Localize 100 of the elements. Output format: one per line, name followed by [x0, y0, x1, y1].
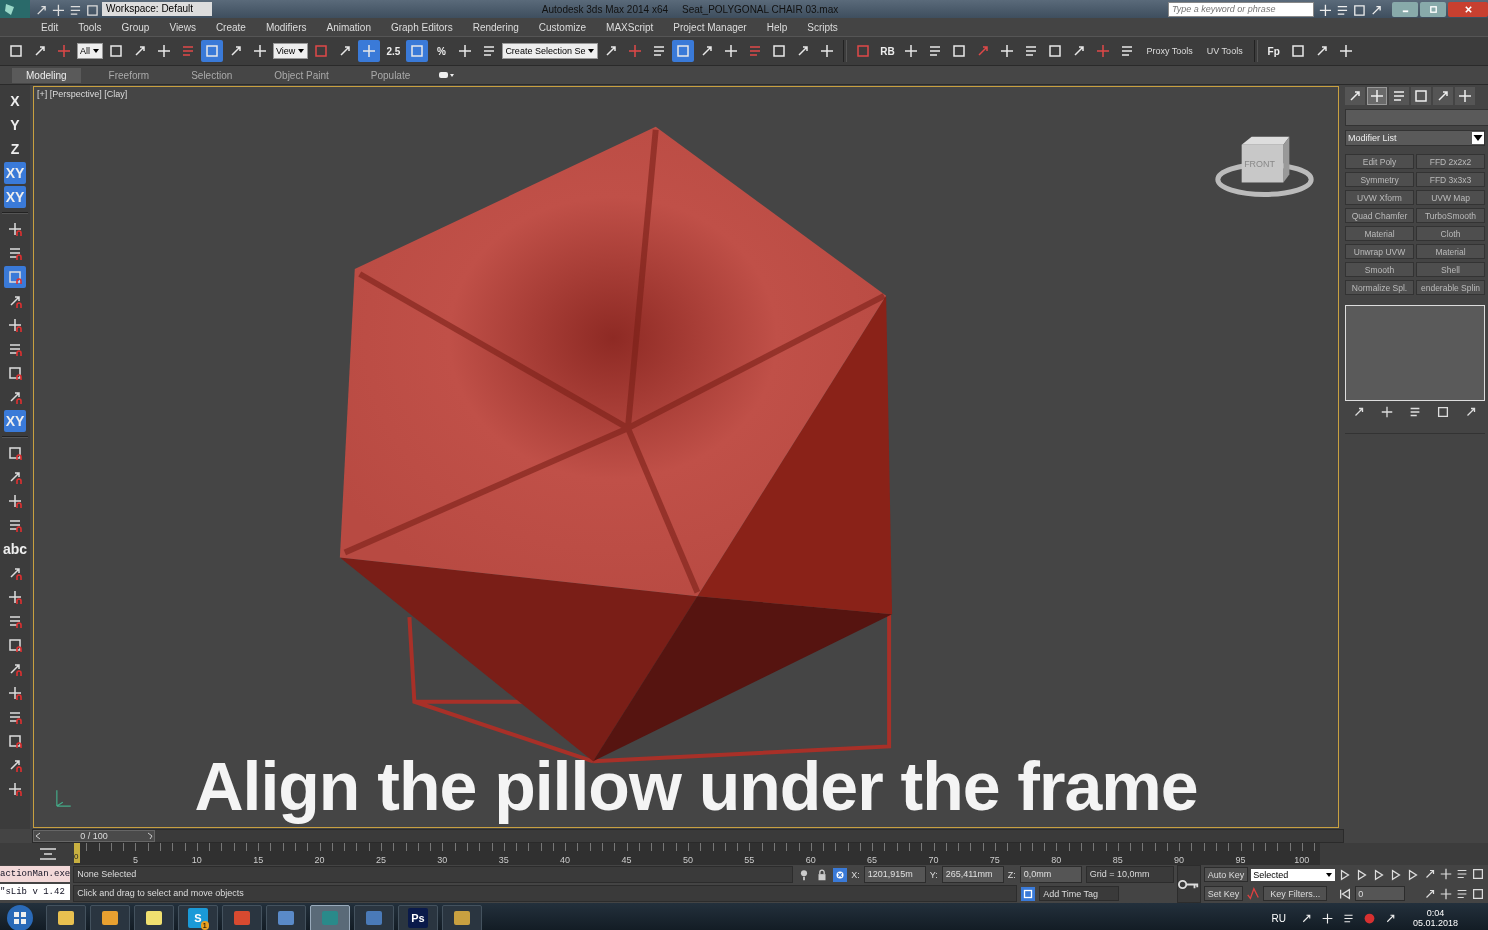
- navigation-icon[interactable]: [1471, 867, 1486, 881]
- dropdown[interactable]: All: [77, 43, 103, 59]
- navigation-icon[interactable]: [1439, 867, 1454, 881]
- toolbar-button[interactable]: RB: [876, 40, 899, 62]
- modifier-button[interactable]: Cloth: [1416, 226, 1485, 241]
- ribbon-tab[interactable]: Selection: [177, 67, 247, 83]
- modifier-button[interactable]: Edit Poly: [1345, 154, 1414, 169]
- toolbar-button[interactable]: %: [430, 40, 453, 62]
- toolbar-button[interactable]: XY: [4, 186, 26, 208]
- search-field[interactable]: Type a keyword or phrase: [1168, 1, 1314, 17]
- toolbar-button[interactable]: UV Tools: [1200, 40, 1249, 62]
- modifier-button[interactable]: Material: [1345, 226, 1414, 241]
- menu-item[interactable]: Project Manager: [673, 21, 747, 33]
- toolbar-icon[interactable]: [1318, 2, 1331, 16]
- panel-tab[interactable]: [1433, 87, 1453, 105]
- modifier-dropdown[interactable]: Modifier List: [1345, 130, 1485, 146]
- taskbar-app[interactable]: [90, 904, 130, 930]
- toolbar-icon[interactable]: [85, 2, 98, 16]
- modifier-button[interactable]: Material: [1416, 244, 1485, 259]
- menu-item[interactable]: Graph Editors: [390, 21, 453, 33]
- start-button-icon[interactable]: [6, 904, 34, 930]
- menu-item[interactable]: Tools: [78, 21, 102, 33]
- ribbon-tab[interactable]: Modeling: [12, 67, 81, 83]
- taskbar-app[interactable]: [310, 904, 350, 930]
- modifier-button[interactable]: Shell: [1416, 262, 1485, 277]
- menu-item[interactable]: Views: [169, 21, 196, 33]
- modifier-button[interactable]: UVW Xform: [1345, 190, 1414, 205]
- coordinate-field[interactable]: 1201,915m: [863, 866, 926, 883]
- dropdown[interactable]: View: [273, 43, 309, 59]
- close-button[interactable]: [1448, 1, 1488, 17]
- dropdown[interactable]: Create Selection Se: [502, 43, 599, 59]
- toolbar-button[interactable]: abc: [4, 538, 26, 560]
- track-bar-icon[interactable]: [38, 846, 58, 862]
- app-logo-icon[interactable]: [0, 0, 30, 18]
- key-mode-dropdown[interactable]: Selected: [1251, 868, 1336, 881]
- modifier-button[interactable]: UVW Map: [1416, 190, 1485, 205]
- modifier-button[interactable]: enderable Splin: [1416, 280, 1485, 295]
- panel-tab[interactable]: [1389, 87, 1409, 105]
- toolbar-button[interactable]: [406, 40, 429, 62]
- panel-tab[interactable]: [1411, 87, 1431, 105]
- menu-item[interactable]: Scripts: [807, 21, 838, 33]
- viewport-label[interactable]: [+] [Perspective] [Clay]: [37, 89, 128, 99]
- taskbar-app[interactable]: [442, 904, 482, 930]
- script-listener-field[interactable]: actionMan.exe: [0, 866, 71, 882]
- toolbar-icon[interactable]: [51, 2, 64, 16]
- panel-tab[interactable]: [1345, 87, 1365, 105]
- modifier-button[interactable]: Quad Chamfer: [1345, 208, 1414, 223]
- frame-field[interactable]: 0: [1355, 886, 1406, 901]
- modifier-button[interactable]: Symmetry: [1345, 172, 1414, 187]
- taskbar-app[interactable]: [134, 904, 174, 930]
- add-time-tag-button[interactable]: Add Time Tag: [1039, 886, 1120, 901]
- toolbar-button[interactable]: Z: [4, 138, 26, 160]
- coordinate-field[interactable]: 265,411mm: [941, 866, 1004, 883]
- toolbar-icon[interactable]: [1352, 2, 1365, 16]
- script-listener-field[interactable]: "sLib v 1.42: [0, 884, 71, 900]
- stack-tool-icon[interactable]: [1380, 405, 1394, 419]
- toolbar-button[interactable]: XY: [4, 162, 26, 184]
- toolbar-button[interactable]: Y: [4, 114, 26, 136]
- modifier-button[interactable]: TurboSmooth: [1416, 208, 1485, 223]
- toolbar-button[interactable]: XY: [4, 410, 26, 432]
- stack-tool-icon[interactable]: [1408, 405, 1422, 419]
- taskbar-app[interactable]: Ps: [398, 904, 438, 930]
- navigation-icon[interactable]: [1471, 886, 1486, 901]
- clock-date[interactable]: 05.01.2018: [1412, 918, 1458, 928]
- coordinate-field[interactable]: 0,0mm: [1019, 866, 1082, 883]
- menu-item[interactable]: Animation: [326, 21, 371, 33]
- taskbar-app[interactable]: [46, 904, 86, 930]
- toolbar-button[interactable]: [201, 40, 223, 62]
- modifier-button[interactable]: Unwrap UVW: [1345, 244, 1414, 259]
- key-filters-button[interactable]: Key Filters...: [1263, 886, 1328, 901]
- modifier-button[interactable]: Normalize Spl.: [1345, 280, 1414, 295]
- clock-time[interactable]: 0:04: [1426, 908, 1445, 918]
- toolbar-button[interactable]: 2.5: [382, 40, 405, 62]
- viewport[interactable]: [+] [Perspective] [Clay] FRONT Align the pillow under the frame: [33, 86, 1339, 828]
- transform-mode-icon[interactable]: [833, 867, 848, 882]
- ribbon-options-icon[interactable]: [438, 71, 455, 79]
- toolbar-button[interactable]: [4, 266, 26, 288]
- set-key-button[interactable]: [1176, 865, 1201, 903]
- tray-icon[interactable]: [1320, 911, 1334, 925]
- workspace-dropdown[interactable]: Workspace: Default: [102, 2, 212, 16]
- auto-key-button[interactable]: Auto Key: [1203, 867, 1249, 882]
- menu-item[interactable]: MAXScript: [606, 21, 654, 33]
- modifier-stack[interactable]: [1345, 305, 1485, 401]
- track-bar[interactable]: 0 5 10 15 20 25 30 35 40 45 50 55 60 65 70 75 80 85 90 95 100: [74, 843, 1320, 865]
- ribbon-tab[interactable]: Populate: [356, 67, 425, 83]
- object-name-field[interactable]: [1345, 109, 1488, 126]
- menu-item[interactable]: Group: [121, 21, 150, 33]
- language-indicator[interactable]: RU: [1271, 912, 1286, 924]
- toolbar-button[interactable]: X: [4, 90, 26, 112]
- panel-tab[interactable]: [1455, 87, 1475, 105]
- frame-counter-box[interactable]: 0 / 100: [33, 830, 155, 842]
- toolbar-button[interactable]: [672, 40, 695, 62]
- minimize-button[interactable]: [1392, 1, 1418, 17]
- set-key-button[interactable]: Set Key: [1203, 886, 1244, 901]
- toolbar-button[interactable]: [358, 40, 381, 62]
- menu-item[interactable]: Edit: [41, 21, 59, 33]
- navigation-icon[interactable]: [1439, 886, 1454, 901]
- maximize-button[interactable]: [1420, 1, 1446, 17]
- menu-item[interactable]: Rendering: [472, 21, 519, 33]
- panel-tab[interactable]: [1367, 87, 1387, 105]
